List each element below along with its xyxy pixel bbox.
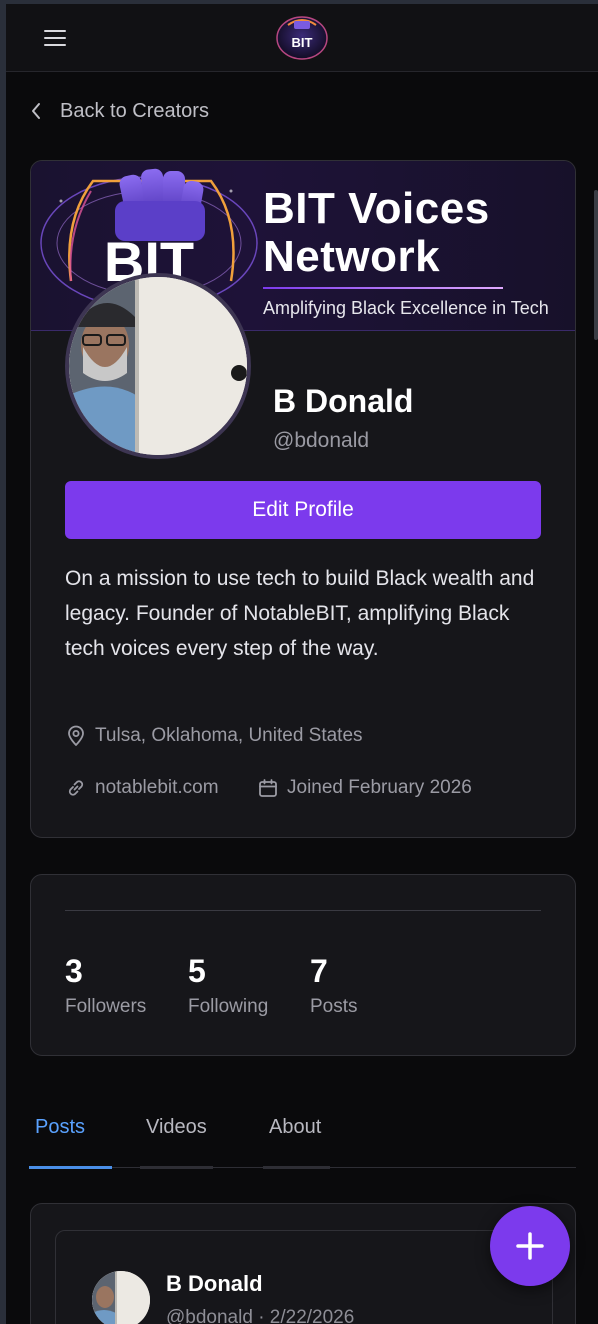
create-post-button[interactable] bbox=[490, 1206, 570, 1286]
stat-followers[interactable]: 3 Followers bbox=[65, 953, 146, 1018]
app-header: BIT bbox=[6, 4, 598, 72]
stats-divider bbox=[65, 910, 541, 911]
post-avatar[interactable] bbox=[92, 1271, 150, 1324]
stat-following[interactable]: 5 Following bbox=[188, 953, 268, 1018]
banner-tagline: Amplifying Black Excellence in Tech bbox=[263, 298, 549, 318]
chevron-left-icon bbox=[32, 103, 40, 119]
profile-name: B Donald bbox=[273, 383, 414, 419]
profile-card: BIT BIT Voices Network Amplifying Black … bbox=[30, 160, 576, 838]
avatar-photo bbox=[69, 277, 247, 455]
tab-posts[interactable]: Posts bbox=[29, 1116, 113, 1169]
tab-about[interactable]: About bbox=[263, 1116, 331, 1169]
tab-indicator bbox=[140, 1166, 213, 1169]
bit-logo-icon: BIT bbox=[276, 16, 328, 60]
tab-label: About bbox=[269, 1116, 322, 1138]
banner-divider bbox=[263, 287, 503, 289]
stat-label: Posts bbox=[310, 996, 358, 1017]
profile-handle: @bdonald bbox=[273, 429, 370, 452]
stat-value: 3 bbox=[65, 953, 83, 989]
edit-profile-button[interactable]: Edit Profile bbox=[65, 481, 541, 539]
app-logo[interactable]: BIT bbox=[274, 13, 330, 63]
post-avatar-photo bbox=[92, 1271, 150, 1324]
tab-label: Posts bbox=[35, 1116, 86, 1138]
stat-value: 5 bbox=[188, 953, 206, 989]
stats-card: 3 Followers 5 Following 7 Posts bbox=[30, 874, 576, 1056]
back-label: Back to Creators bbox=[60, 99, 209, 122]
tab-indicator bbox=[263, 1166, 331, 1169]
profile-tabs: Posts Videos About bbox=[29, 1110, 576, 1169]
stat-label: Following bbox=[188, 996, 269, 1017]
profile-page: BIT Back to Creators BIT BIT Voices Netw… bbox=[0, 0, 598, 1324]
stat-value: 7 bbox=[310, 953, 328, 989]
stat-posts[interactable]: 7 Posts bbox=[310, 953, 358, 1018]
joined-text: Joined February 2026 bbox=[287, 777, 472, 798]
calendar-icon bbox=[259, 779, 277, 797]
banner-title-line1: BIT Voices bbox=[263, 184, 490, 233]
profile-bio: On a mission to use tech to build Black … bbox=[65, 567, 535, 660]
logo-text: BIT bbox=[292, 35, 313, 50]
back-to-creators-link[interactable]: Back to Creators bbox=[30, 96, 209, 126]
location-text: Tulsa, Oklahoma, United States bbox=[95, 725, 363, 746]
avatar[interactable] bbox=[65, 273, 251, 459]
post-author: B Donald bbox=[166, 1271, 263, 1296]
profile-joined: Joined February 2026 bbox=[257, 777, 472, 799]
window-left-edge bbox=[0, 0, 6, 1324]
post-item[interactable]: B Donald @bdonald · 2/22/2026 bbox=[55, 1230, 553, 1324]
link-icon bbox=[68, 780, 84, 796]
menu-icon[interactable] bbox=[38, 24, 72, 54]
scrollbar[interactable] bbox=[594, 190, 598, 340]
tab-indicator bbox=[29, 1166, 113, 1169]
profile-location: Tulsa, Oklahoma, United States bbox=[65, 725, 363, 747]
stat-label: Followers bbox=[65, 996, 147, 1017]
website-text: notablebit.com bbox=[95, 777, 219, 798]
plus-icon bbox=[516, 1232, 544, 1260]
map-pin-icon bbox=[68, 725, 84, 746]
tab-label: Videos bbox=[146, 1116, 207, 1138]
banner-title: BIT Voices Network bbox=[263, 185, 490, 281]
profile-website-link[interactable]: notablebit.com bbox=[65, 777, 219, 799]
post-meta: @bdonald · 2/22/2026 bbox=[166, 1307, 355, 1324]
banner-title-line2: Network bbox=[263, 232, 441, 281]
tab-videos[interactable]: Videos bbox=[140, 1116, 213, 1169]
